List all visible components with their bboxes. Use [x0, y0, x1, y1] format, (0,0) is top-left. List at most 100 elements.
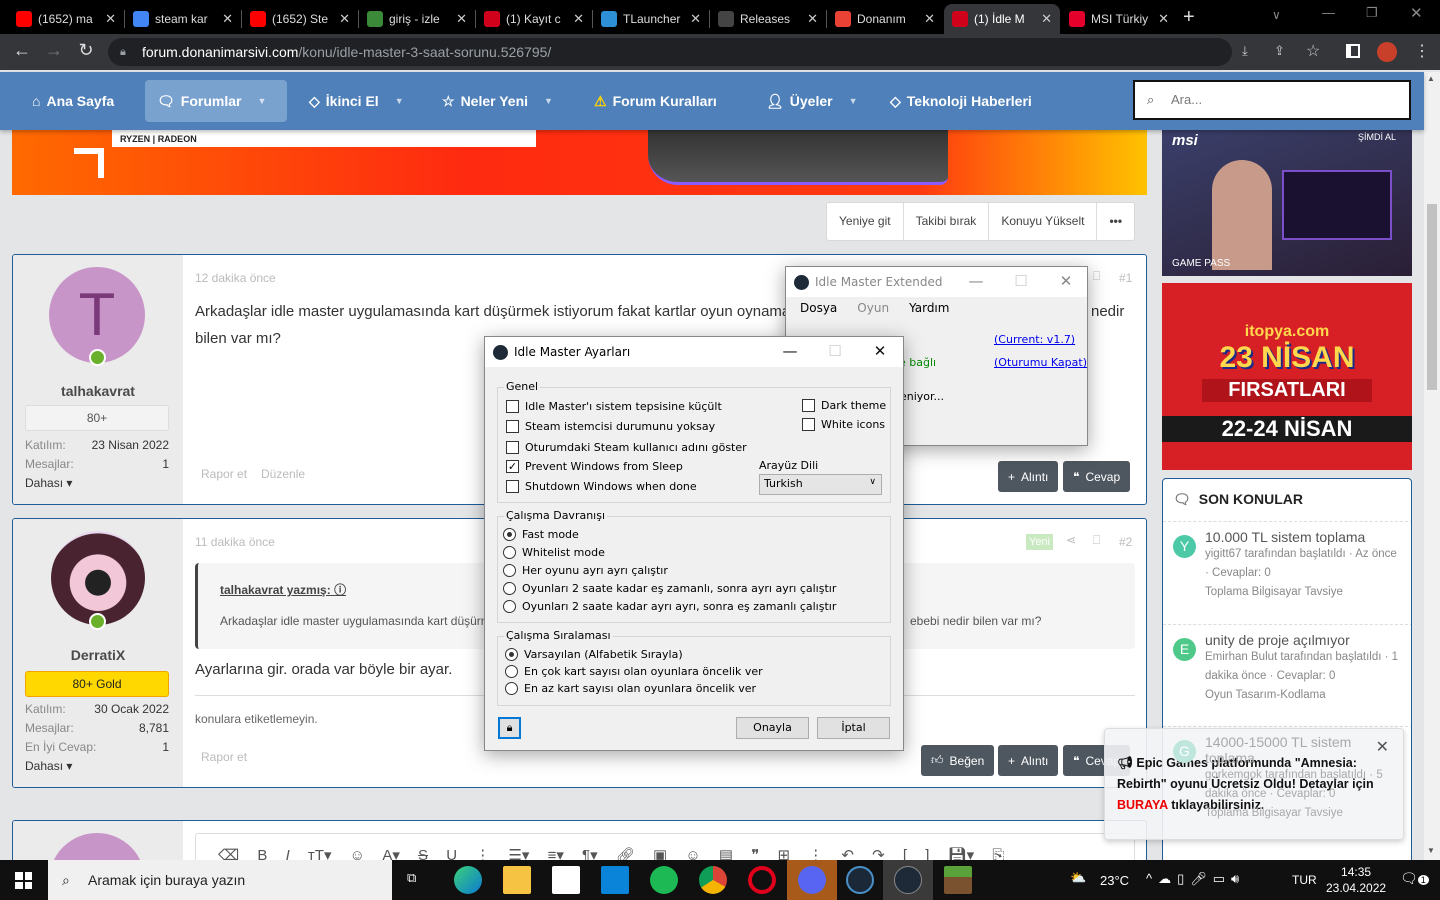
browser-tab[interactable]: (1652) Ste ✕ — [242, 4, 358, 34]
username[interactable]: DerratiX — [13, 647, 183, 663]
topic-forum[interactable]: Toplama Bilgisayar Tavsiye — [1205, 583, 1403, 602]
browser-tab[interactable]: (1) Kayıt c ✕ — [476, 4, 592, 34]
one-by-one-radio[interactable]: Her oyunu ayrı ayrı çalıştır — [503, 564, 668, 577]
reload-button[interactable]: ↻ — [74, 40, 98, 61]
minimize-button[interactable]: — — [1322, 5, 1335, 20]
input-language[interactable]: TUR — [1292, 873, 1317, 887]
toast-link[interactable]: BURAYA — [1117, 798, 1168, 812]
post-time[interactable]: 11 dakika önce — [195, 535, 275, 549]
side-panel-icon[interactable] — [1346, 44, 1360, 58]
browser-tab[interactable]: steam kar ✕ — [125, 4, 241, 34]
browser-tab[interactable]: Donanım ✕ — [827, 4, 943, 34]
more-toggle[interactable]: Dahası ▾ — [25, 476, 169, 490]
topic-item[interactable]: Y 10.000 TL sistem toplama yigitt67 tarafı… — [1173, 529, 1403, 602]
go-new-button[interactable]: Yeniye git — [827, 203, 904, 240]
more-actions-button[interactable]: ••• — [1097, 203, 1134, 240]
discord-icon[interactable] — [787, 860, 837, 900]
white-icons-checkbox[interactable]: White icons — [802, 418, 885, 431]
logout-link[interactable]: (Oturumu Kapat) — [994, 356, 1087, 369]
notification-center[interactable]: 🗨︎ 1 — [1400, 870, 1429, 887]
single-then-simultaneous-radio[interactable]: Oyunları 2 saate kadar ayrı ayrı, sonra … — [503, 600, 836, 613]
close-tab-icon[interactable]: ✕ — [924, 11, 935, 27]
scroll-thumb[interactable] — [1427, 204, 1437, 390]
opera-icon[interactable] — [748, 866, 776, 894]
browser-tab[interactable]: (1652) ma ✕ — [8, 4, 124, 34]
topic-title[interactable]: 10.000 TL sistem toplama — [1205, 529, 1403, 545]
itopya-ad[interactable]: itopya.com 23 NİSAN FIRSATLARI 22-24 NİS… — [1162, 283, 1412, 470]
simultaneous-then-single-radio[interactable]: Oyunları 2 saate kadar eş zamanlı, sonra… — [503, 582, 836, 595]
mail-icon[interactable] — [601, 866, 629, 894]
topic-item[interactable]: G 14000-15000 TL sistem toplama gorkemgok … — [1173, 734, 1403, 823]
close-tab-icon[interactable]: ✕ — [573, 11, 584, 27]
menu-help[interactable]: Yardım — [909, 301, 949, 317]
cancel-button[interactable]: İptal — [817, 717, 890, 739]
topic-title[interactable]: unity de proje açılmıyor — [1205, 632, 1403, 648]
tray-icons[interactable]: ^☁▯🎤︎▭🔊︎ — [1146, 871, 1245, 887]
username[interactable]: talhakavrat — [13, 383, 183, 399]
close-tab-icon[interactable]: ✕ — [339, 11, 350, 27]
close-button[interactable]: ✕ — [865, 342, 895, 360]
share-icon[interactable]: ⋖ — [1066, 533, 1076, 547]
store-icon[interactable] — [552, 866, 580, 894]
ignore-client-checkbox[interactable]: Steam istemcisi durumunu yoksay — [506, 420, 715, 433]
close-tab-icon[interactable]: ✕ — [1041, 11, 1052, 27]
show-username-checkbox[interactable]: Oturumdaki Steam kullanıcı adını göster — [506, 441, 747, 454]
fast-mode-radio[interactable]: Fast mode — [503, 528, 579, 541]
maximize-button[interactable]: ☐ — [820, 342, 850, 360]
taskbar-search[interactable]: ⌕ Aramak için buraya yazın — [48, 860, 392, 900]
chrome-icon[interactable] — [699, 866, 727, 894]
ad-banner[interactable]: RYZEN | RADEON — [12, 130, 1147, 195]
minimize-to-tray-checkbox[interactable]: Idle Master'ı sistem tepsisine küçült — [506, 400, 722, 413]
version-link[interactable]: (Current: v1.7) — [994, 333, 1075, 346]
quote-button[interactable]: + Alıntı — [998, 461, 1059, 492]
language-select[interactable]: Turkish ∨ — [759, 474, 882, 495]
order-default-radio[interactable]: Varsayılan (Alfabetik Sırayla) — [505, 648, 683, 661]
scroll-down-icon[interactable]: ▼ — [1427, 846, 1435, 855]
spotify-icon[interactable] — [650, 866, 678, 894]
minimize-button[interactable]: — — [961, 272, 991, 290]
nav-forums[interactable]: 🗨︎ Forumlar ▼ — [145, 80, 287, 122]
post-number[interactable]: #1 — [1119, 271, 1132, 285]
minecraft-icon[interactable] — [944, 866, 972, 894]
order-least-cards-radio[interactable]: En az kart sayısı olan oyunlara öncelik … — [505, 682, 756, 695]
tab-search-icon[interactable]: ∨ — [1272, 8, 1281, 22]
start-button[interactable] — [15, 872, 32, 889]
close-tab-icon[interactable]: ✕ — [222, 11, 233, 27]
maximize-button[interactable]: ☐ — [1006, 272, 1036, 290]
more-toggle[interactable]: Dahası ▾ — [25, 759, 169, 773]
browser-tab[interactable]: (1) İdle M ✕ — [944, 4, 1060, 34]
close-window-button[interactable]: ✕ — [1410, 4, 1423, 22]
menu-game[interactable]: Oyun — [857, 301, 889, 317]
profile-avatar[interactable] — [1377, 42, 1397, 62]
quote-author[interactable]: talhakavrat yazmış: ⓘ — [220, 581, 346, 598]
topic-forum[interactable]: Toplama Bilgisayar Tavsiye — [1205, 804, 1403, 823]
order-most-cards-radio[interactable]: En çok kart sayısı olan oyunlara öncelik… — [505, 665, 763, 678]
nav-home[interactable]: ⌂ Ana Sayfa — [20, 80, 126, 122]
nav-whats-new[interactable]: ☆ Neler Yeni ▼ — [430, 80, 565, 122]
menu-icon[interactable]: ⋮ — [1414, 41, 1430, 61]
close-tab-icon[interactable]: ✕ — [1158, 11, 1169, 27]
bookmark-icon[interactable]: ⎕ — [1093, 533, 1100, 548]
minimize-button[interactable]: — — [775, 342, 805, 360]
browser-tab[interactable]: giriş - izle ✕ — [359, 4, 475, 34]
whitelist-mode-radio[interactable]: Whitelist mode — [503, 546, 605, 559]
bookmark-icon[interactable]: ⎕ — [1093, 269, 1100, 284]
shutdown-checkbox[interactable]: Shutdown Windows when done — [506, 480, 697, 493]
idle-master-taskbar[interactable] — [883, 860, 933, 900]
forward-button[interactable]: → — [42, 40, 66, 61]
page-scrollbar[interactable]: ▲ ▼ — [1424, 72, 1440, 860]
steam-icon[interactable] — [846, 866, 874, 894]
nav-rules[interactable]: ⚠ Forum Kuralları — [582, 80, 729, 122]
dark-theme-checkbox[interactable]: Dark theme — [802, 399, 886, 412]
bookmark-star-icon[interactable]: ☆ — [1306, 41, 1320, 61]
nav-members[interactable]: 👤︎ Üyeler ▼ — [754, 80, 870, 122]
search-input[interactable]: ⌕ Ara... — [1133, 80, 1411, 120]
close-tab-icon[interactable]: ✕ — [456, 11, 467, 27]
weather-icon[interactable]: ⛅ — [1070, 870, 1086, 886]
msi-ad[interactable]: msi ŞİMDİ AL GAME PASS — [1162, 130, 1412, 276]
close-tab-icon[interactable]: ✕ — [690, 11, 701, 27]
like-button[interactable]: 👍︎ Beğen — [921, 745, 995, 776]
back-button[interactable]: ← — [10, 40, 34, 61]
nav-second-hand[interactable]: ◇ İkinci El ▼ — [297, 80, 416, 122]
lock-button[interactable]: 🔒︎ — [498, 717, 521, 739]
